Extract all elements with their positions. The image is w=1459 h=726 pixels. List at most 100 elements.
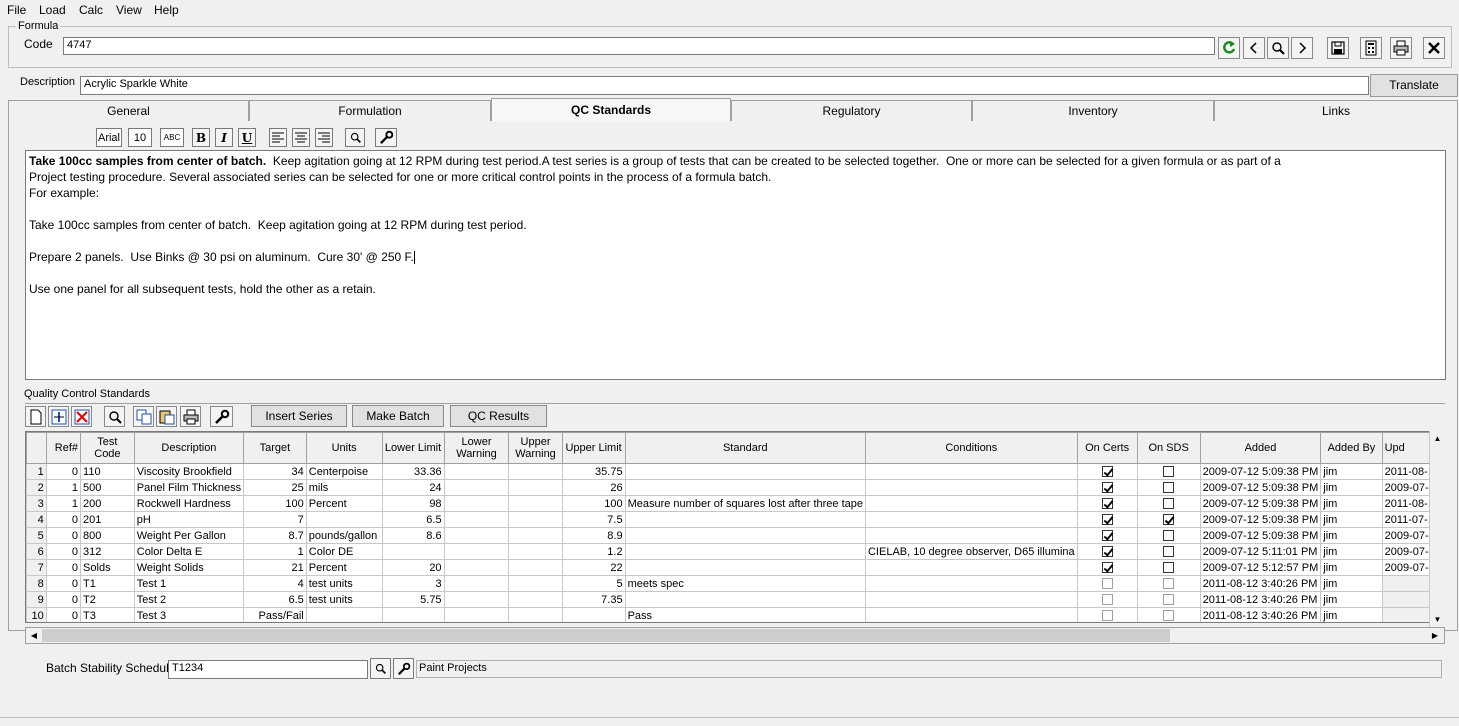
batch-tools-button[interactable] (393, 658, 414, 679)
on-sds-checkbox[interactable] (1163, 610, 1175, 622)
tab-inventory[interactable]: Inventory (972, 100, 1214, 121)
on-sds-cell[interactable] (1136, 511, 1201, 528)
row-number[interactable]: 6 (26, 543, 47, 560)
lower-limit-cell[interactable]: 98 (381, 495, 445, 512)
on-certs-checkbox[interactable] (1101, 562, 1113, 574)
upper-limit-cell[interactable]: 7.5 (561, 511, 626, 528)
col-header-upper-limit[interactable]: Upper Limit (561, 432, 626, 464)
on-sds-cell[interactable] (1136, 607, 1201, 622)
conditions-cell[interactable]: CIELAB, 10 degree observer, D65 illumina (864, 543, 1078, 560)
conditions-cell[interactable] (864, 591, 1078, 608)
target-cell[interactable]: 1 (243, 543, 307, 560)
on-certs-cell[interactable] (1076, 527, 1138, 544)
ref-cell[interactable]: 0 (45, 591, 82, 608)
ref-cell[interactable]: 1 (45, 495, 82, 512)
conditions-cell[interactable] (864, 527, 1078, 544)
added-cell[interactable]: 2009-07-12 5:11:01 PM (1199, 543, 1322, 560)
save-button[interactable] (1327, 37, 1349, 59)
bold-button[interactable]: B (192, 128, 210, 147)
added-cell[interactable]: 2009-07-12 5:09:38 PM (1199, 479, 1322, 496)
on-certs-cell[interactable] (1076, 591, 1138, 608)
print-button[interactable] (1390, 37, 1412, 59)
col-header-conditions[interactable]: Conditions (864, 432, 1078, 464)
on-certs-cell[interactable] (1076, 479, 1138, 496)
lower-warning-cell[interactable] (443, 559, 510, 576)
on-sds-checkbox[interactable] (1163, 466, 1175, 478)
test-code-cell[interactable]: 201 (80, 511, 135, 528)
align-right-button[interactable] (315, 128, 333, 147)
test-code-cell[interactable]: Solds (80, 559, 135, 576)
units-cell[interactable]: Color DE (305, 543, 383, 560)
lower-warning-cell[interactable] (443, 575, 510, 592)
lower-warning-cell[interactable] (443, 591, 510, 608)
scroll-left-arrow[interactable]: ◀ (27, 629, 41, 642)
added-by-cell[interactable]: jim (1320, 591, 1383, 608)
menu-view[interactable]: View (116, 3, 142, 17)
table-row[interactable]: 6 0 312 Color Delta E 1 Color DE 1.2 CIELAB, 10… (26, 543, 1444, 560)
editor-tools-button[interactable] (375, 128, 397, 147)
on-certs-checkbox[interactable] (1101, 578, 1113, 590)
table-row[interactable]: 10 0 T3 Test 3 Pass/Fail Pass 2011-08-12 3:40:… (26, 607, 1444, 622)
ref-cell[interactable]: 1 (45, 479, 82, 496)
units-cell[interactable] (305, 607, 383, 622)
added-by-cell[interactable]: jim (1320, 495, 1383, 512)
font-size-box[interactable]: 10 (128, 128, 152, 147)
lower-limit-cell[interactable] (381, 543, 445, 560)
target-cell[interactable]: 100 (243, 495, 307, 512)
target-cell[interactable]: 4 (243, 575, 307, 592)
upper-limit-cell[interactable]: 8.9 (561, 527, 626, 544)
description-cell[interactable]: Rockwell Hardness (133, 495, 245, 512)
qc-standards-grid[interactable]: Ref# Test Code Description Target Units … (25, 431, 1445, 623)
table-row[interactable]: 2 1 500 Panel Film Thickness 25 mils 24 26 2009-… (26, 479, 1444, 496)
description-cell[interactable]: Weight Solids (133, 559, 245, 576)
on-certs-checkbox[interactable] (1101, 466, 1113, 478)
units-cell[interactable]: Percent (305, 559, 383, 576)
menu-help[interactable]: Help (154, 3, 179, 17)
description-cell[interactable]: pH (133, 511, 245, 528)
col-header-target[interactable]: Target (243, 432, 307, 464)
ref-cell[interactable]: 0 (45, 527, 82, 544)
lower-limit-cell[interactable]: 20 (381, 559, 445, 576)
col-header-units[interactable]: Units (305, 432, 383, 464)
align-center-button[interactable] (292, 128, 310, 147)
added-by-cell[interactable]: jim (1320, 463, 1383, 480)
table-row[interactable]: 3 1 200 Rockwell Hardness 100 Percent 98 100 Mea… (26, 495, 1444, 512)
on-sds-cell[interactable] (1136, 543, 1201, 560)
insert-row-button[interactable] (48, 406, 69, 427)
delete-row-button[interactable] (71, 406, 92, 427)
standard-cell[interactable] (624, 559, 866, 576)
test-code-cell[interactable]: T3 (80, 607, 135, 622)
on-certs-checkbox[interactable] (1101, 498, 1113, 510)
tab-regulatory[interactable]: Regulatory (731, 100, 972, 121)
lower-warning-cell[interactable] (443, 495, 510, 512)
standard-cell[interactable] (624, 463, 866, 480)
tab-general[interactable]: General (8, 100, 249, 121)
test-code-cell[interactable]: T2 (80, 591, 135, 608)
upper-limit-cell[interactable]: 5 (561, 575, 626, 592)
table-row[interactable]: 9 0 T2 Test 2 6.5 test units 5.75 7.35 2011-08-1… (26, 591, 1444, 608)
scroll-down-arrow[interactable]: ▼ (1430, 612, 1445, 626)
units-cell[interactable]: test units (305, 591, 383, 608)
target-cell[interactable]: 34 (243, 463, 307, 480)
units-cell[interactable]: pounds/gallon (305, 527, 383, 544)
added-by-cell[interactable]: jim (1320, 575, 1383, 592)
tab-formulation[interactable]: Formulation (249, 100, 491, 121)
standard-cell[interactable]: Pass (624, 607, 866, 622)
menu-calc[interactable]: Calc (79, 3, 103, 17)
grid-vertical-scrollbar[interactable]: ▲ ▼ (1429, 431, 1445, 627)
added-cell[interactable]: 2009-07-12 5:09:38 PM (1199, 511, 1322, 528)
upper-limit-cell[interactable]: 26 (561, 479, 626, 496)
underline-button[interactable]: U (238, 128, 256, 147)
exit-button[interactable] (1423, 37, 1445, 59)
batch-search-button[interactable] (370, 658, 391, 679)
menu-load[interactable]: Load (39, 3, 66, 17)
on-certs-checkbox[interactable] (1101, 546, 1113, 558)
qc-results-button[interactable]: QC Results (450, 405, 547, 427)
ref-cell[interactable]: 0 (45, 511, 82, 528)
upper-warning-cell[interactable] (508, 607, 563, 622)
upper-warning-cell[interactable] (508, 591, 563, 608)
batch-stability-input[interactable]: T1234 (168, 660, 368, 679)
on-certs-cell[interactable] (1076, 511, 1138, 528)
editor-search-button[interactable] (345, 128, 365, 147)
on-sds-cell[interactable] (1136, 479, 1201, 496)
